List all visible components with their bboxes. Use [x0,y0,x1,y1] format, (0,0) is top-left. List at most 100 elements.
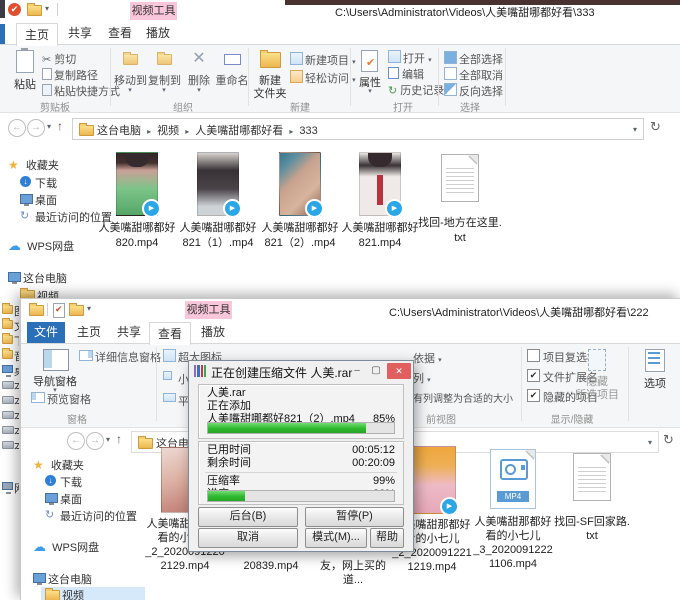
mode-button[interactable]: 模式(M)... [305,528,367,548]
paste-shortcut-button[interactable]: 粘贴快捷方式 [42,83,120,99]
ribbon-separator [505,48,506,106]
qat-app-icon[interactable]: ✔ [8,3,21,16]
sidebar-item-downloads[interactable]: ↓ 下载 [45,474,82,490]
sidebar-item-favorites[interactable]: ★ 收藏夹 [8,157,59,173]
address-bar[interactable]: 这台电脑 ▸ 视频 ▸ 人美嘴甜哪都好看 ▸ 333 ▾ [72,118,644,140]
qat-folder-icon[interactable] [69,305,84,316]
address-dropdown-icon[interactable]: ▾ [648,438,652,447]
sidebar-strip-disk[interactable]: 本 [2,393,19,409]
sidebar-strip-documents[interactable]: 文 [2,318,19,334]
recent-pages-dropdown[interactable]: ▾ [106,435,110,444]
maximize-button[interactable]: ▢ [367,363,385,379]
breadcrumb-videos[interactable]: 视频 [157,125,179,137]
file-item-video[interactable]: ▶ 人美嘴甜哪都好821（2）.mp4 [258,152,342,251]
sidebar-item-wps-cloud[interactable]: ☁ WPS网盘 [8,238,74,254]
breadcrumb-this-pc[interactable]: 这台电脑 [97,125,141,137]
tab-play[interactable]: 播放 [140,23,176,44]
up-button[interactable]: ↑ [116,432,122,446]
contextual-tab-video-tools[interactable]: 视频工具 [130,2,177,20]
tab-play[interactable]: 播放 [195,322,231,343]
sidebar-item-desktop[interactable]: 桌面 [45,491,82,507]
qat-dropdown-icon[interactable]: ▾ [45,4,49,13]
help-button[interactable]: 帮助 [370,528,404,548]
qat-dropdown-icon[interactable]: ▾ [87,304,91,313]
dialog-titlebar[interactable]: 正在创建压缩文件 人美.rar – ▢ ✕ [189,361,413,381]
history-button[interactable]: ↻ 历史记录 [388,82,444,98]
breadcrumb-333[interactable]: 333 [299,125,317,137]
copy-path-button[interactable]: 复制路径 [42,67,98,83]
breadcrumb-folder[interactable]: 人美嘴甜哪都好看 [195,125,283,137]
sidebar-strip-downloads[interactable]: 下 [2,333,19,349]
new-item-button[interactable]: 新建项目 ▾ [290,52,356,68]
edit-button[interactable]: 编辑 [388,66,424,82]
edit-label: 编辑 [402,69,424,81]
invert-selection-button[interactable]: 反向选择 [444,83,503,99]
cancel-button[interactable]: 取消 [198,528,298,548]
group-label-organize: 组织 [146,99,220,114]
sidebar-strip-disk[interactable]: 本 [2,423,19,439]
details-pane-label: 详细信息窗格 [95,352,161,364]
tab-share[interactable]: 共享 [62,23,98,44]
remaining-value: 00:20:09 [352,457,395,470]
new-item-icon [290,52,303,65]
refresh-button[interactable]: ↻ [663,432,674,448]
refresh-button[interactable]: ↻ [650,119,661,135]
sidebar-strip-pictures[interactable]: 图 [2,303,19,319]
tab-home[interactable]: 主页 [71,322,107,343]
address-dropdown-icon[interactable]: ▾ [633,125,637,134]
tab-share[interactable]: 共享 [111,322,147,343]
tab-file[interactable]: 文件 [27,322,65,343]
video-thumbnail: ▶ [197,152,239,216]
sidebar-item-this-pc[interactable]: 这台电脑 [8,270,67,286]
sidebar-strip-disk[interactable]: 本 [2,378,19,394]
minimize-button[interactable]: – [348,363,366,379]
file-item-text[interactable]: 找回-SF回家路.txt [550,453,634,543]
copy-path-icon [42,68,52,80]
tab-file-sliver[interactable] [0,24,5,44]
sidebar-item-desktop[interactable]: 桌面 [20,192,57,208]
close-button[interactable]: ✕ [387,363,411,379]
details-pane-button[interactable]: 详细信息窗格 [79,349,161,365]
cut-button[interactable]: ✂ 剪切 [42,51,76,67]
open-button[interactable]: 打开 ▾ [388,50,432,66]
select-none-button[interactable]: 全部取消 [444,67,503,83]
sidebar-item-favorites[interactable]: ★ 收藏夹 [33,457,84,473]
back-button[interactable]: ← [67,432,85,450]
easy-access-button[interactable]: 轻松访问 ▾ [290,70,356,86]
sidebar-strip-music[interactable]: 音 [2,348,19,364]
contextual-tab-video-tools[interactable]: 视频工具 [185,301,232,319]
select-all-button[interactable]: 全部选择 [444,51,503,67]
sidebar-strip-disk[interactable]: 本 [2,438,19,454]
tab-view[interactable]: 查看 [149,322,191,345]
qat-folder-icon[interactable] [27,5,42,16]
tab-home[interactable]: 主页 [16,23,58,46]
file-item-video[interactable]: ▶ 人美嘴甜哪都好821（1）.mp4 [176,152,260,251]
sidebar-strip-disk[interactable]: 本 [2,408,19,424]
preview-pane-button[interactable]: 预览窗格 [31,391,91,407]
sidebar-item-wps-cloud[interactable]: ☁ WPS网盘 [33,539,99,555]
file-item-video[interactable]: ▶ 人美嘴甜哪都好820.mp4 [95,152,179,251]
qat-folder-icon[interactable] [29,305,44,316]
forward-button[interactable]: → [86,432,104,450]
forward-button[interactable]: → [27,119,45,137]
tab-view[interactable]: 查看 [102,23,138,44]
recent-pages-dropdown[interactable]: ▾ [47,122,51,131]
background-button[interactable]: 后台(B) [198,507,298,527]
paste-button[interactable]: 粘贴 [6,48,44,98]
sidebar-item-this-pc[interactable]: 这台电脑 [33,571,92,587]
add-columns-button[interactable]: 列 ▾ [413,370,431,386]
sidebar-strip-network[interactable]: 网络 [2,480,19,496]
file-item-video[interactable]: ▶ 人美嘴甜哪都好821.mp4 [338,152,422,251]
sidebar-item-videos-selected[interactable]: 视频 [41,587,145,600]
pause-button[interactable]: 暂停(P) [305,507,404,527]
sort-by-button[interactable]: 依据 ▾ [413,350,442,366]
file-item-mp4[interactable]: MP4 人美嘴甜那都好看的小七儿_3_20200912221106.mp4 [471,449,555,571]
file-item-text[interactable]: 找回-地方在这里.txt [418,154,502,246]
sidebar-item-recent-places[interactable]: ↻ 最近访问的位置 [45,508,137,524]
size-columns-button[interactable]: 有列调整为合适的大小 [413,390,517,405]
qat-properties-icon[interactable]: ✔ [53,303,65,318]
up-button[interactable]: ↑ [57,119,63,133]
back-button[interactable]: ← [8,119,26,137]
sidebar-item-downloads[interactable]: ↓ 下载 [20,175,57,191]
sidebar-strip-desktop[interactable]: 桌 [2,363,19,379]
